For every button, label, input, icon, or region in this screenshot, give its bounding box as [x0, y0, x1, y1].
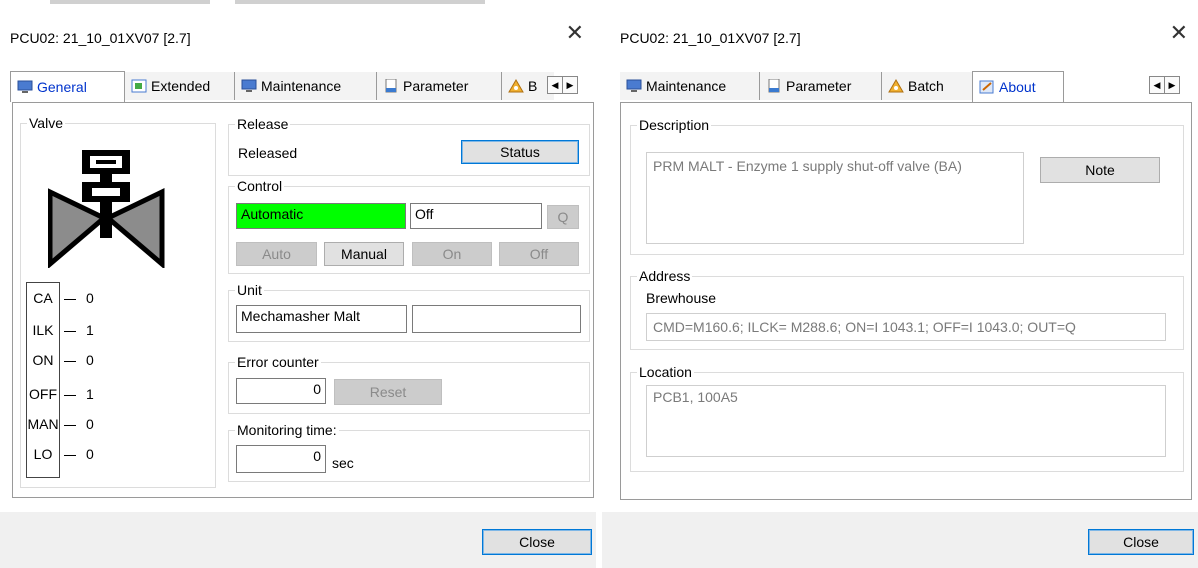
left-dialog: PCU02: 21_10_01XV07 [2.7] ✕ General Exte…: [0, 0, 596, 568]
release-state: Released: [238, 145, 298, 161]
document-icon: [766, 78, 782, 93]
q-button[interactable]: Q: [547, 205, 579, 229]
control-mode-field: Automatic: [236, 203, 406, 229]
address-sublabel: Brewhouse: [646, 290, 717, 306]
monitor-icon: [626, 79, 642, 93]
top-strip: [0, 0, 596, 10]
on-button[interactable]: On: [412, 242, 492, 266]
address-field: CMD=M160.6; ILCK= M288.6; ON=I 1043.1; O…: [646, 313, 1166, 341]
signal-row: LO 0: [33, 446, 94, 462]
monitoring-time-field[interactable]: 0: [236, 445, 326, 473]
valve-label: Valve: [27, 115, 65, 131]
edit-document-icon: [979, 80, 995, 94]
signal-row: ON 0: [32, 352, 94, 368]
location-field: PCB1, 100A5: [646, 385, 1166, 457]
tab-parameter[interactable]: Parameter: [760, 72, 882, 100]
monitor-icon: [17, 80, 33, 94]
close-button[interactable]: Close: [1088, 529, 1194, 555]
arrow-left-icon[interactable]: ◀: [1149, 76, 1165, 94]
status-button[interactable]: Status: [461, 140, 579, 164]
note-button[interactable]: Note: [1040, 157, 1160, 183]
control-output-field: Off: [410, 203, 542, 229]
signal-row: MAN 0: [27, 416, 94, 432]
arrow-left-icon[interactable]: ◀: [547, 76, 563, 94]
monitoring-unit: sec: [332, 455, 354, 471]
arrow-right-icon[interactable]: ▶: [1164, 76, 1180, 94]
batch-icon: [888, 79, 904, 93]
reset-button[interactable]: Reset: [334, 379, 442, 405]
signal-row: OFF 1: [29, 386, 94, 402]
dialog-title: PCU02: 21_10_01XV07 [2.7]: [10, 30, 191, 46]
description-field: PRM MALT - Enzyme 1 supply shut-off valv…: [646, 152, 1024, 244]
tab-scroll[interactable]: ◀ ▶: [547, 76, 578, 94]
unit-secondary-field: [412, 305, 581, 333]
document-icon: [383, 78, 399, 93]
monitor-icon: [241, 79, 257, 93]
auto-button[interactable]: Auto: [236, 242, 317, 266]
tab-general[interactable]: General: [10, 71, 125, 102]
extended-icon: [131, 79, 147, 93]
right-dialog: PCU02: 21_10_01XV07 [2.7] ✕ Maintenance …: [602, 0, 1198, 568]
off-button[interactable]: Off: [499, 242, 579, 266]
close-icon[interactable]: ✕: [566, 22, 584, 44]
tab-scroll[interactable]: ◀ ▶: [1149, 76, 1180, 94]
tab-maintenance[interactable]: Maintenance: [620, 72, 760, 100]
strip-decoration: [235, 0, 485, 4]
batch-icon: [508, 79, 524, 93]
strip-decoration: [50, 0, 210, 4]
tab-batch[interactable]: Batch: [882, 72, 972, 100]
signal-row: ILK 1: [32, 322, 94, 338]
tab-extended[interactable]: Extended: [125, 72, 235, 100]
valve-symbol-icon: [48, 150, 165, 268]
signal-row: CA 0: [33, 290, 94, 306]
close-button[interactable]: Close: [482, 529, 592, 555]
manual-button[interactable]: Manual: [324, 242, 404, 266]
tab-maintenance[interactable]: Maintenance: [235, 72, 377, 100]
tab-parameter[interactable]: Parameter: [377, 72, 502, 100]
dialog-title: PCU02: 21_10_01XV07 [2.7]: [620, 30, 801, 46]
unit-field: Mechamasher Malt: [236, 305, 407, 333]
arrow-right-icon[interactable]: ▶: [562, 76, 578, 94]
error-counter-field: 0: [236, 378, 326, 404]
tab-about[interactable]: About: [972, 71, 1064, 102]
close-icon[interactable]: ✕: [1170, 22, 1188, 44]
